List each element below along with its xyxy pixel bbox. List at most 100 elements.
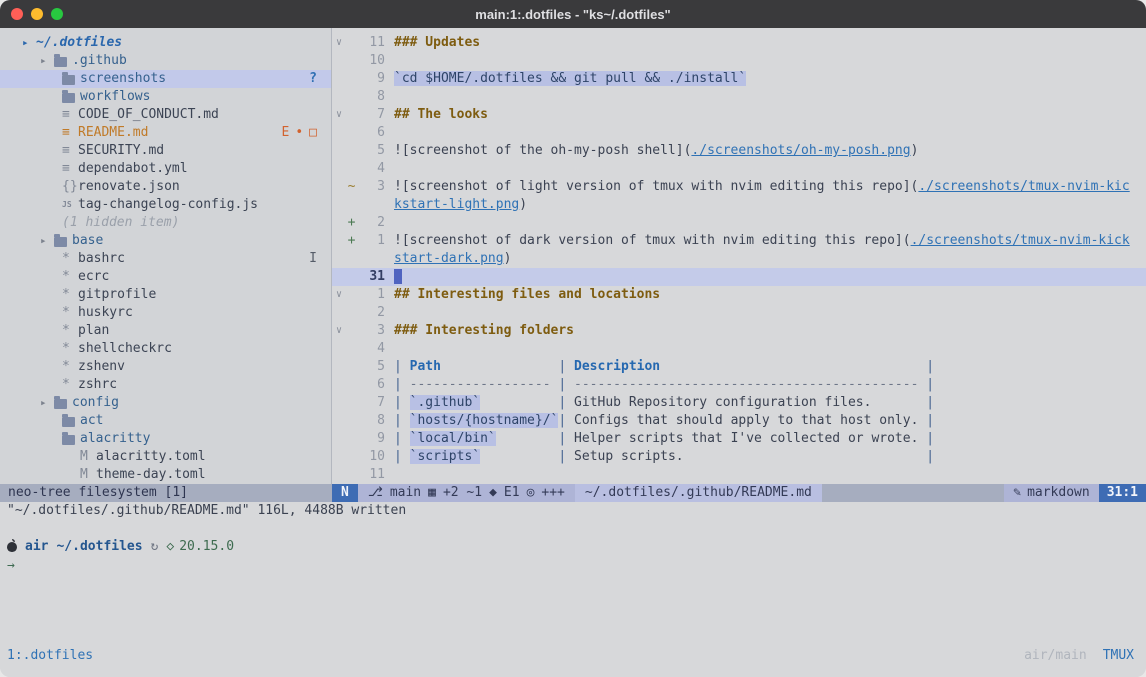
line-number: 6 — [357, 376, 385, 394]
tree-item-screenshots[interactable]: screenshots ? — [0, 70, 331, 88]
terminal-window: main:1:.dotfiles - "ks~/.dotfiles" ▸ ~/.… — [0, 0, 1146, 677]
editor-table-row-line[interactable]: 7 | `.github` | GitHub Repository config… — [332, 394, 1146, 412]
line-text — [385, 268, 402, 286]
editor-line[interactable]: 2 — [332, 304, 1146, 322]
tree-item-dotfiles-root[interactable]: ▸ ~/.dotfiles — [0, 34, 331, 52]
editor-line-wrap[interactable]: start-dark.png) — [332, 250, 1146, 268]
markdown-file-icon: ≡ — [62, 124, 78, 142]
diagnostic-error-badge: E — [282, 124, 290, 142]
toml-file-icon: M — [80, 448, 96, 466]
tree-item-alacritty[interactable]: alacritty — [0, 430, 331, 448]
tree-item-github[interactable]: ▸ .github — [0, 52, 331, 70]
tree-item-dependabot[interactable]: ≡ dependabot.yml — [0, 160, 331, 178]
gitsign-added: + — [346, 232, 357, 250]
tree-item-hidden-count[interactable]: (1 hidden item) — [0, 214, 331, 232]
tree-item-readme[interactable]: ≡ README.md E • □ — [0, 124, 331, 142]
editor-table-row-line[interactable]: 8 | `hosts/{hostname}/`| Configs that sh… — [332, 412, 1146, 430]
editor-line[interactable]: 8 — [332, 88, 1146, 106]
fold-open-icon[interactable]: ∨ — [332, 286, 346, 304]
editor-line[interactable]: + 2 — [332, 214, 1146, 232]
editor-line[interactable]: ∨ 11 ### Updates — [332, 34, 1146, 52]
editor-line[interactable]: 10 — [332, 52, 1146, 70]
zoom-button[interactable] — [51, 8, 63, 20]
editor-line[interactable]: 9 `cd $HOME/.dotfiles && git pull && ./i… — [332, 70, 1146, 88]
tree-item-bashrc[interactable]: * bashrc I — [0, 250, 331, 268]
editor-table-header-line[interactable]: 5 | Path | Description | — [332, 358, 1146, 376]
tmux-window-label[interactable]: 1:.dotfiles — [7, 648, 93, 663]
node-version-segment: ◇ 20.15.0 — [166, 538, 234, 556]
editor-line[interactable]: ∨ 1 ## Interesting files and locations — [332, 286, 1146, 304]
tree-item-gitprofile[interactable]: * gitprofile — [0, 286, 331, 304]
neotree-sidebar[interactable]: ▸ ~/.dotfiles ▸ .github screenshots ? — [0, 28, 332, 484]
tree-item-alacritty-toml[interactable]: M alacritty.toml — [0, 448, 331, 466]
line-number: 10 — [357, 52, 385, 70]
minimize-button[interactable] — [31, 8, 43, 20]
tree-item-huskyrc[interactable]: * huskyrc — [0, 304, 331, 322]
tree-item-security[interactable]: ≡ SECURITY.md — [0, 142, 331, 160]
editor-table-separator-line[interactable]: 6 | ------------------ | ---------------… — [332, 376, 1146, 394]
tree-item-act[interactable]: act — [0, 412, 331, 430]
fold-open-icon[interactable]: ∨ — [332, 322, 346, 340]
editor-line[interactable]: 4 — [332, 160, 1146, 178]
line-text — [385, 304, 394, 322]
traffic-lights — [11, 8, 63, 20]
editor-cursor-line[interactable]: 31 — [332, 268, 1146, 286]
shell-file-icon: * — [62, 304, 78, 322]
tree-item-label: alacritty — [80, 430, 150, 448]
expander-icon[interactable]: ▸ — [40, 52, 54, 70]
editor-line[interactable]: ~ 3 ![screenshot of light version of tmu… — [332, 178, 1146, 196]
line-text: | `local/bin` | Helper scripts that I've… — [385, 430, 934, 448]
editor-line[interactable]: 11 — [332, 466, 1146, 484]
tree-item-renovate[interactable]: {} renovate.json — [0, 178, 331, 196]
pencil-icon: ✎ — [1013, 484, 1021, 502]
tree-item-config[interactable]: ▸ config — [0, 394, 331, 412]
expander-icon[interactable]: ▸ — [40, 232, 54, 250]
tree-item-code-of-conduct[interactable]: ≡ CODE_OF_CONDUCT.md — [0, 106, 331, 124]
markdown-file-icon: ≡ — [62, 106, 78, 124]
tree-item-plan[interactable]: * plan — [0, 322, 331, 340]
shell-prompt-area[interactable]: air ~/.dotfiles ↻ ◇ 20.15.0 → — [0, 538, 1146, 575]
editor-line[interactable]: 5 ![screenshot of the oh-my-posh shell](… — [332, 142, 1146, 160]
tree-item-label: config — [72, 394, 119, 412]
editor-line[interactable]: ∨ 3 ### Interesting folders — [332, 322, 1146, 340]
tree-item-shellcheckrc[interactable]: * shellcheckrc — [0, 340, 331, 358]
titlebar[interactable]: main:1:.dotfiles - "ks~/.dotfiles" — [0, 0, 1146, 28]
tree-item-tag-changelog[interactable]: JS tag-changelog-config.js — [0, 196, 331, 214]
tree-item-base[interactable]: ▸ base — [0, 232, 331, 250]
close-button[interactable] — [11, 8, 23, 20]
diff-icon: ▦ — [428, 484, 436, 502]
expander-icon[interactable]: ▸ — [40, 394, 54, 412]
shell-file-icon: * — [62, 376, 78, 394]
tree-item-label: .github — [72, 52, 127, 70]
editor-line[interactable]: 6 — [332, 124, 1146, 142]
tree-item-theme-day-toml[interactable]: M theme-day.toml — [0, 466, 331, 484]
tree-item-label: screenshots — [80, 70, 166, 88]
editor-line-wrap[interactable]: kstart-light.png) — [332, 196, 1146, 214]
tree-item-label: act — [80, 412, 103, 430]
tree-item-zshenv[interactable]: * zshenv — [0, 358, 331, 376]
git-status-segment: ⎇ main ▦ +2 ~1 ◆ E1 ◎ +++ — [358, 484, 575, 502]
fold-open-icon[interactable]: ∨ — [332, 106, 346, 124]
line-text: start-dark.png) — [385, 250, 511, 268]
tree-item-zshrc[interactable]: * zshrc — [0, 376, 331, 394]
statusline: neo-tree filesystem [1] N ⎇ main ▦ +2 ~1… — [0, 484, 1146, 502]
line-text — [385, 340, 394, 358]
expander-icon[interactable]: ▸ — [22, 34, 36, 52]
tree-item-ecrc[interactable]: * ecrc — [0, 268, 331, 286]
editor-buffer[interactable]: ∨ 11 ### Updates 10 9 `cd $HOME/.dotfile… — [332, 28, 1146, 484]
line-text: | `.github` | GitHub Repository configur… — [385, 394, 934, 412]
text-cursor-ibeam: I — [309, 250, 317, 268]
fold-open-icon[interactable]: ∨ — [332, 34, 346, 52]
editor-line[interactable]: 4 — [332, 340, 1146, 358]
editor-table-row-line[interactable]: 9 | `local/bin` | Helper scripts that I'… — [332, 430, 1146, 448]
editor-table-row-line[interactable]: 10 | `scripts` | Setup scripts. | — [332, 448, 1146, 466]
shell-prompt-line: air ~/.dotfiles ↻ ◇ 20.15.0 — [7, 538, 1146, 556]
editor-line[interactable]: ∨ 7 ## The looks — [332, 106, 1146, 124]
tree-item-workflows[interactable]: workflows — [0, 88, 331, 106]
tree-item-label: alacritty.toml — [96, 448, 206, 466]
editor-line[interactable]: + 1 ![screenshot of dark version of tmux… — [332, 232, 1146, 250]
prompt-arrow-line[interactable]: → — [7, 557, 1146, 575]
shell-file-icon: * — [62, 250, 78, 268]
json-file-icon: {} — [62, 178, 78, 196]
filetype-label: markdown — [1027, 484, 1090, 502]
